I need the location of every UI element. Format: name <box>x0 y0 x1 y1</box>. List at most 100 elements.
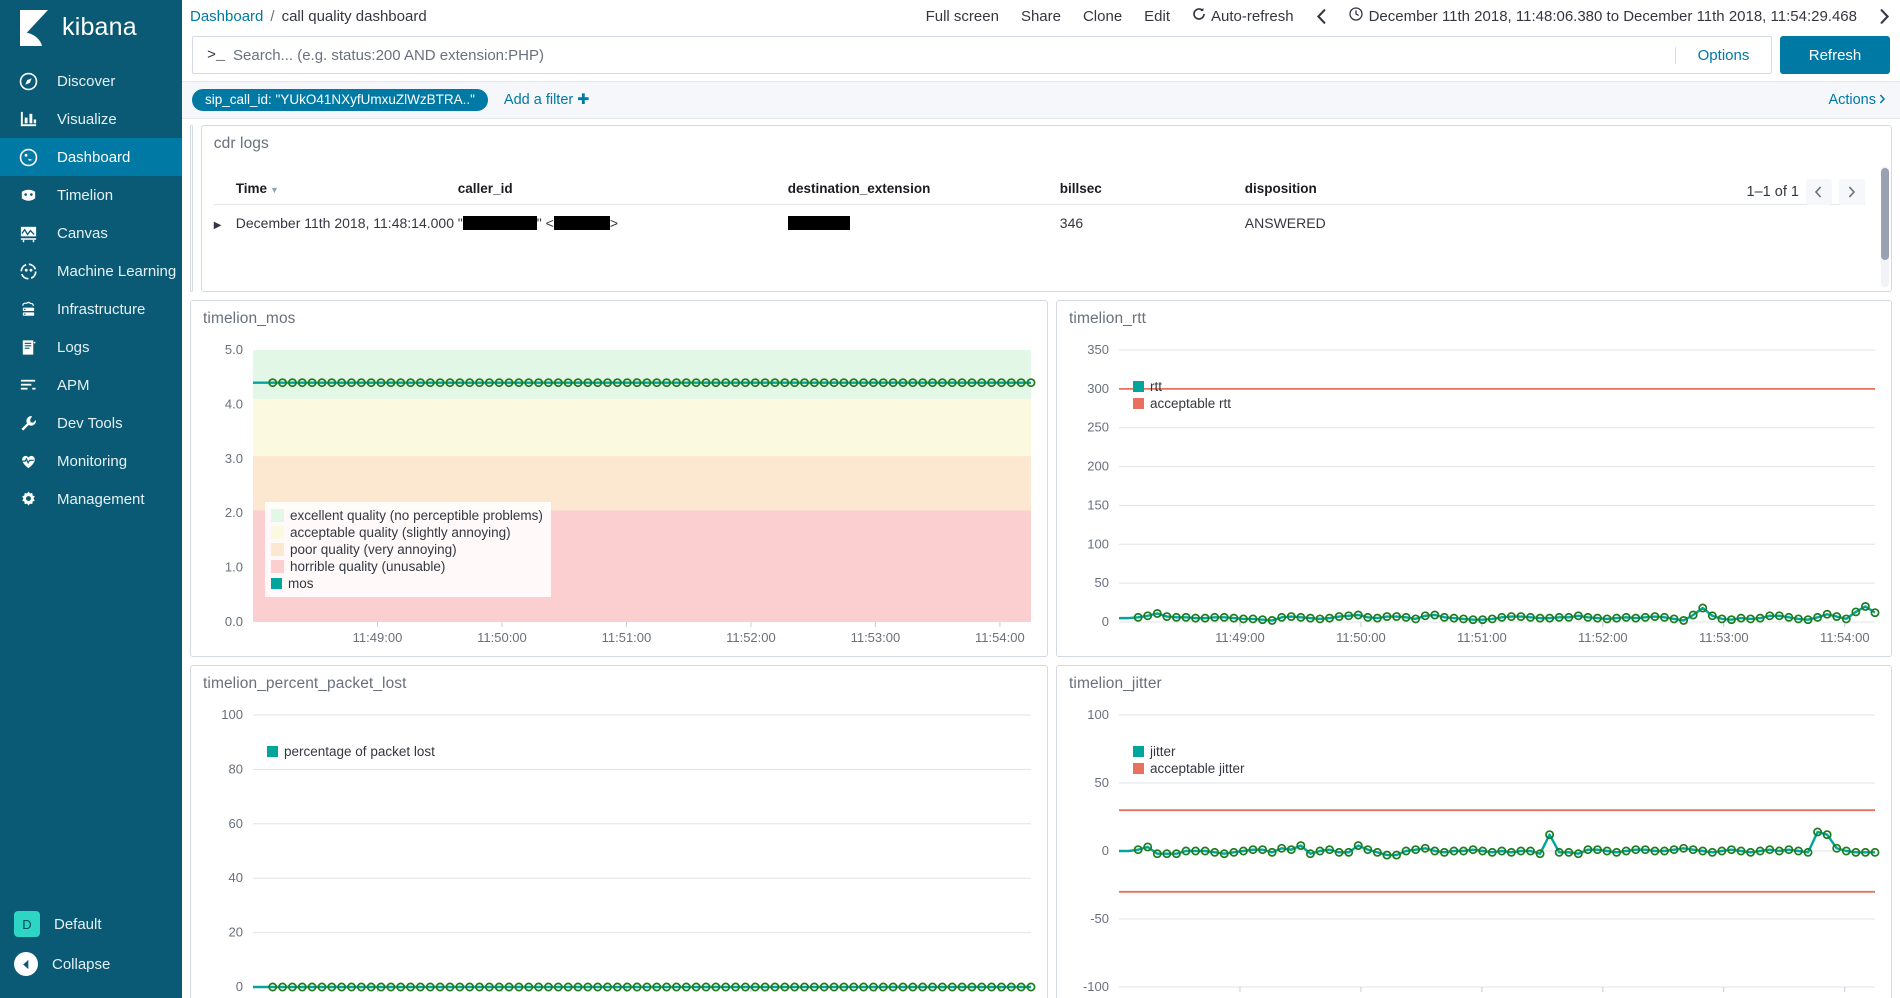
cell-time: December 11th 2018, 11:48:14.000 <box>235 215 454 231</box>
svg-text:0: 0 <box>236 979 243 994</box>
prev-page-button[interactable] <box>1805 179 1832 205</box>
sidebar-item-monitoring[interactable]: Monitoring <box>0 442 182 480</box>
svg-text:11:51:00: 11:51:00 <box>602 630 652 645</box>
svg-text:300: 300 <box>1087 381 1109 396</box>
svg-text:11:54:00: 11:54:00 <box>975 630 1025 645</box>
svg-text:11:54:00: 11:54:00 <box>1820 630 1870 645</box>
sidebar-item-canvas[interactable]: Canvas <box>0 214 182 252</box>
sidebar-item-timelion[interactable]: Timelion <box>0 176 182 214</box>
chart-timelion-jitter[interactable]: -100-5005010011:49:0011:50:0011:51:0011:… <box>1057 693 1891 998</box>
time-prev-button[interactable] <box>1316 8 1327 24</box>
svg-text:11:49:00: 11:49:00 <box>1215 630 1265 645</box>
col-header-caller-id[interactable]: caller_id <box>457 175 788 205</box>
top-bar-actions: Full screen Share Clone Edit Auto-refres… <box>926 7 1890 25</box>
space-switcher[interactable]: D Default <box>0 904 182 944</box>
chart-timelion-percent-packet-lost[interactable]: 02040608010011:49:0011:50:0011:51:0011:5… <box>191 693 1047 998</box>
row-expand-button[interactable]: ▶ <box>214 205 236 242</box>
svg-text:100: 100 <box>1087 707 1109 722</box>
sidebar: kibana Discover Visualize Dashboard Time… <box>0 0 182 998</box>
search-input[interactable] <box>233 46 1675 64</box>
refresh-button[interactable]: Refresh <box>1780 36 1890 74</box>
kibana-wordmark: kibana <box>62 13 137 41</box>
time-range-picker[interactable]: December 11th 2018, 11:48:06.380 to Dece… <box>1348 7 1857 25</box>
table-header-row: Time ▼ caller_id destination_extension bi… <box>213 175 1865 205</box>
svg-text:50: 50 <box>1095 575 1109 590</box>
add-filter-button[interactable]: Add a filter ✚ <box>504 92 589 108</box>
svg-text:11:53:00: 11:53:00 <box>1699 630 1749 645</box>
chart-timelion-mos[interactable]: 0.0 1.0 2.0 3.0 4.0 5.0 11:49:00 11:50:00 11:51:… <box>191 328 1047 656</box>
svg-text:350: 350 <box>1087 342 1109 357</box>
sidebar-item-label: Management <box>57 490 145 508</box>
page-title: call quality dashboard <box>281 7 427 25</box>
full-screen-button[interactable]: Full screen <box>926 8 999 25</box>
next-page-button[interactable] <box>1838 179 1865 205</box>
filter-bar: sip_call_id: "YUkO41NXyfUmxuZlWzBTRA.." … <box>182 81 1900 119</box>
panel-call-id-filter: call_id_filter call id Select... <box>190 125 193 292</box>
svg-text:-100: -100 <box>1083 979 1109 994</box>
sidebar-nav: Discover Visualize Dashboard Timelion Ca… <box>0 62 182 518</box>
svg-text:100: 100 <box>1087 536 1109 551</box>
auto-refresh-button[interactable]: Auto-refresh <box>1192 7 1294 25</box>
clock-icon <box>1348 7 1363 25</box>
sidebar-item-management[interactable]: Management <box>0 480 182 518</box>
col-label: disposition <box>1244 181 1317 196</box>
svg-text:150: 150 <box>1087 497 1109 512</box>
time-range-label: December 11th 2018, 11:48:06.380 to Dece… <box>1368 7 1857 25</box>
gear-icon <box>17 488 39 510</box>
col-label: destination_extension <box>787 181 931 196</box>
sidebar-item-label: Canvas <box>57 224 108 242</box>
collapse-label: Collapse <box>52 955 111 973</box>
sidebar-item-logs[interactable]: Logs <box>0 328 182 366</box>
clone-button[interactable]: Clone <box>1083 8 1122 25</box>
col-header-time[interactable]: Time ▼ <box>235 175 458 205</box>
sidebar-item-discover[interactable]: Discover <box>0 62 182 100</box>
sidebar-item-label: Visualize <box>57 110 117 128</box>
machine-learning-icon <box>17 260 39 282</box>
actions-menu-button[interactable]: Actions <box>1828 92 1886 108</box>
col-label: billsec <box>1059 181 1102 196</box>
breadcrumb-dashboard[interactable]: Dashboard <box>190 8 263 25</box>
sidebar-item-visualize[interactable]: Visualize <box>0 100 182 138</box>
svg-text:4.0: 4.0 <box>225 396 243 411</box>
sidebar-item-dashboard[interactable]: Dashboard <box>0 138 182 176</box>
timelion-icon <box>17 184 39 206</box>
query-bar: >_ Options Refresh <box>182 32 1900 81</box>
sidebar-item-label: Dev Tools <box>57 414 123 432</box>
space-label: Default <box>54 915 102 933</box>
time-next-button[interactable] <box>1879 8 1890 24</box>
apm-icon <box>17 374 39 396</box>
panel-title: timelion_rtt <box>1069 310 1147 327</box>
dashboard-grid: call_id_filter call id Select... cdr log… <box>182 119 1900 998</box>
sidebar-item-machine-learning[interactable]: Machine Learning <box>0 252 182 290</box>
chart-timelion-rtt[interactable]: 0 50 100 150 200 250 300 350 11:49:00 11:50:00 11:… <box>1057 328 1891 656</box>
svg-text:11:53:00: 11:53:00 <box>851 630 901 645</box>
share-button[interactable]: Share <box>1021 8 1061 25</box>
svg-text:200: 200 <box>1087 459 1109 474</box>
panel-scrollbar[interactable] <box>1880 168 1889 260</box>
panel-title: call_id_filter <box>191 126 192 153</box>
filter-pill-sip-call-id[interactable]: sip_call_id: "YUkO41NXyfUmxuZlWzBTRA.." <box>192 89 488 111</box>
col-header-billsec[interactable]: billsec <box>1059 175 1245 205</box>
cell-billsec: 346 <box>1059 215 1084 231</box>
chevron-left-icon <box>14 952 38 976</box>
sidebar-item-infrastructure[interactable]: Infrastructure <box>0 290 182 328</box>
panel-title: timelion_percent_packet_lost <box>203 675 407 692</box>
table-row[interactable]: ▶ December 11th 2018, 11:48:14.000 " " < >… <box>214 205 1865 242</box>
search-box[interactable]: >_ Options <box>192 36 1772 74</box>
col-header-destination-extension[interactable]: destination_extension <box>787 175 1060 205</box>
sidebar-item-dev-tools[interactable]: Dev Tools <box>0 404 182 442</box>
canvas-icon <box>17 222 39 244</box>
plus-icon: ✚ <box>577 92 590 108</box>
edit-button[interactable]: Edit <box>1144 8 1170 25</box>
chevron-right-icon <box>1879 92 1886 108</box>
sidebar-item-apm[interactable]: APM <box>0 366 182 404</box>
query-options-button[interactable]: Options <box>1675 46 1771 64</box>
svg-text:20: 20 <box>229 925 243 940</box>
svg-text:11:49:00: 11:49:00 <box>353 630 403 645</box>
dashboard-row-1: call_id_filter call id Select... cdr log… <box>190 125 1892 292</box>
kibana-logo[interactable]: kibana <box>0 0 182 55</box>
collapse-button[interactable]: Collapse <box>0 944 182 984</box>
svg-text:0: 0 <box>1102 614 1109 629</box>
pagination-label: 1–1 of 1 <box>1746 184 1799 200</box>
